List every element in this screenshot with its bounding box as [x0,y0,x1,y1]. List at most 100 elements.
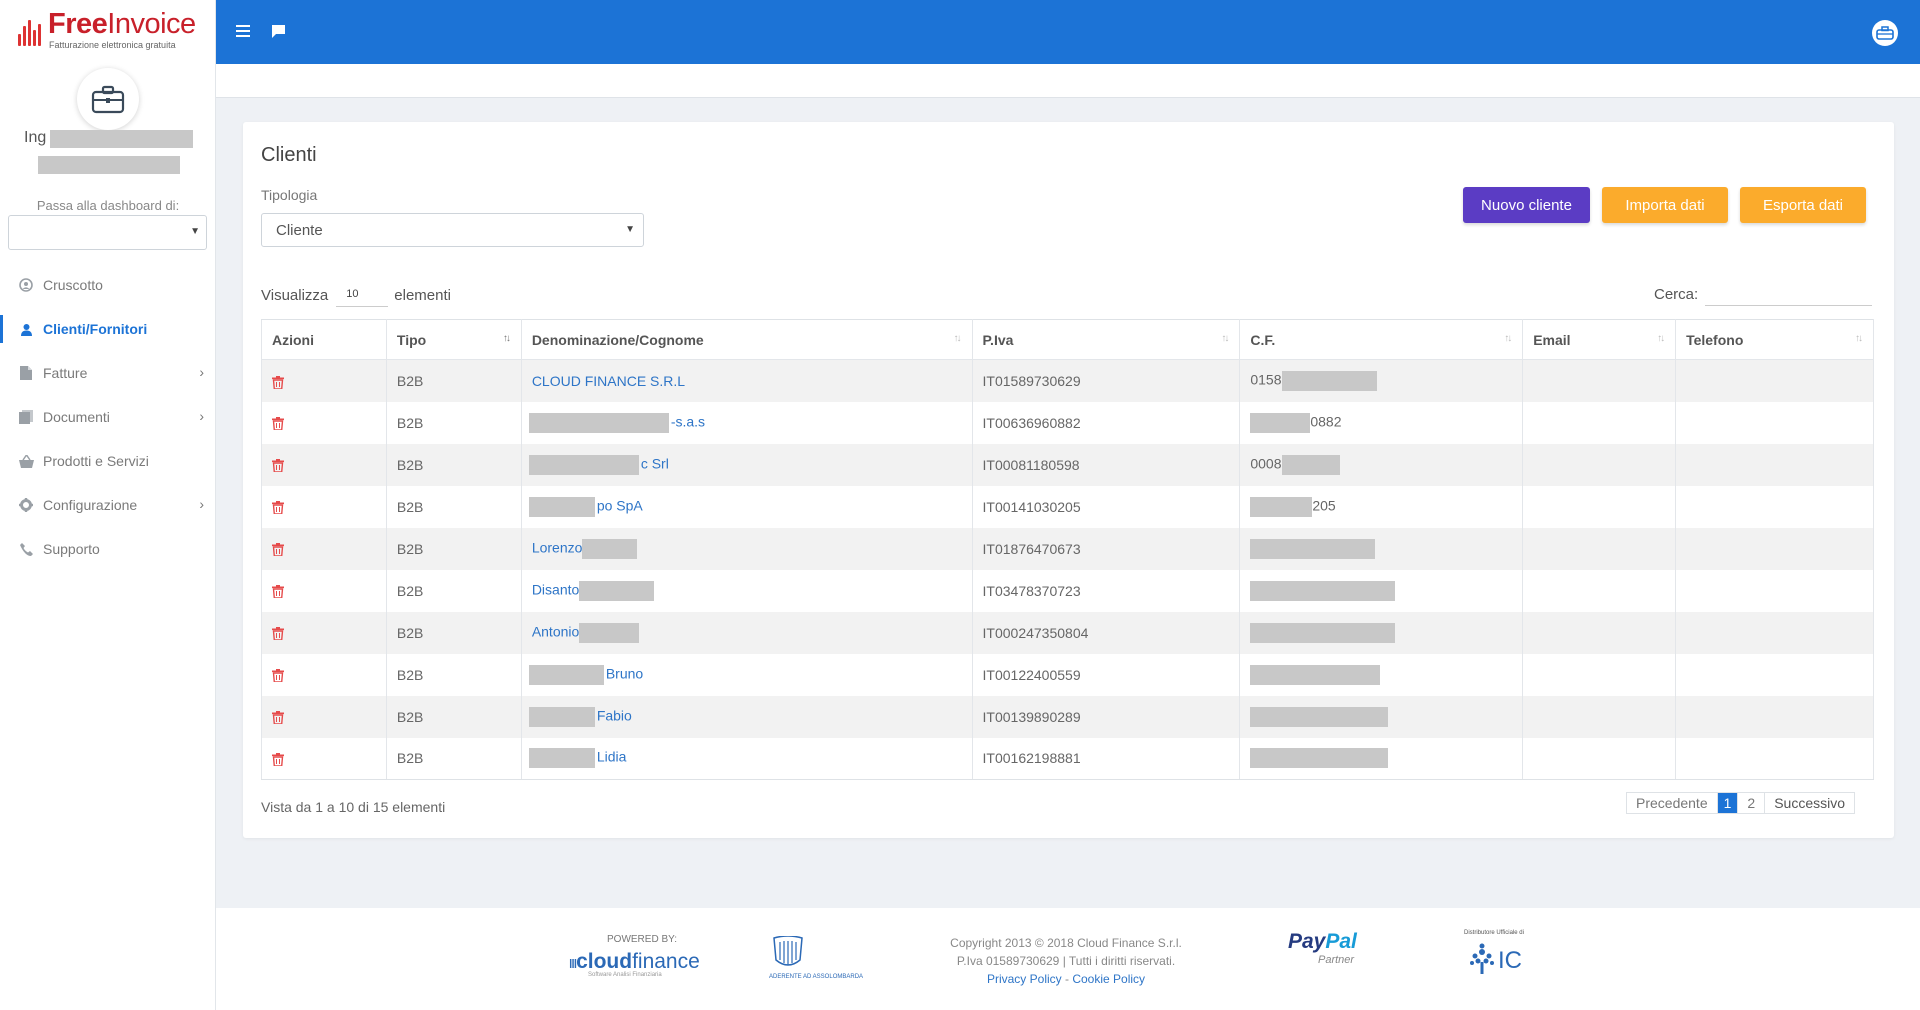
sidebar-item-supporto[interactable]: Supporto [0,527,216,571]
col-tipo[interactable]: Tipo ↑↓ [385,319,522,360]
cloudfinance-logo[interactable]: ǀǀǀcloudfinance [569,950,700,974]
sidebar-item-documenti[interactable]: Documenti › [0,395,216,439]
cell-denominazione[interactable]: Disanto [520,569,973,612]
table-row[interactable]: B2B Lidia IT00162198881 [261,737,1874,780]
cell-telefono [1675,653,1874,696]
delete-icon[interactable] [272,375,284,389]
delete-icon[interactable] [272,543,284,557]
delete-icon[interactable] [272,417,284,431]
search-input[interactable] [1705,282,1873,306]
client-name-link[interactable]: Lorenzo [532,539,583,555]
sidebar-nav: Cruscotto Clienti/Fornitori Fatture › Do… [0,263,216,571]
table-row[interactable]: B2B c Srl IT00081180598 0008 [261,443,1874,486]
cell-piva: IT01876470673 [971,527,1241,570]
delete-icon[interactable] [272,459,284,473]
client-name-link[interactable]: Bruno [606,665,643,681]
cloudfinance-tagline: Software Analisi Finanziaria [588,972,662,978]
assolombarda-label: ADERENTE AD ASSOLOMBARDA [769,974,864,980]
table-row[interactable]: B2B CLOUD FINANCE S.R.L IT01589730629 0158 [261,359,1874,402]
pagination-prev[interactable]: Precedente [1627,793,1718,813]
cell-telefono [1675,737,1874,780]
sidebar-item-cruscotto[interactable]: Cruscotto [0,263,216,307]
cell-denominazione[interactable]: -s.a.s [520,401,973,444]
sidebar-item-prodotti-servizi[interactable]: Prodotti e Servizi [0,439,216,483]
redacted-block [528,496,595,517]
delete-icon[interactable] [272,711,284,725]
cell-azioni [261,695,387,738]
client-name-link[interactable]: po SpA [597,497,643,513]
cell-telefono [1675,401,1874,444]
cell-denominazione[interactable]: Fabio [520,695,973,738]
client-name-link[interactable]: -s.a.s [671,413,705,429]
sidebar-item-fatture[interactable]: Fatture › [0,351,216,395]
delete-icon[interactable] [272,669,284,683]
cell-email [1522,359,1677,402]
client-name-link[interactable]: Fabio [597,707,632,723]
cell-azioni [261,527,387,570]
table-row[interactable]: B2B Lorenzo IT01876470673 [261,527,1874,570]
briefcase-icon [91,85,125,114]
brand-logo[interactable]: FreeInvoice Fatturazione elettronica gra… [0,0,215,64]
phone-icon [18,541,34,557]
delete-icon[interactable] [272,753,284,767]
cell-denominazione[interactable]: Bruno [520,653,973,696]
table-row[interactable]: B2B -s.a.s IT00636960882 0882 [261,401,1874,444]
cell-denominazione[interactable]: Antonio [520,611,973,654]
chat-icon[interactable] [272,25,285,42]
export-data-button[interactable]: Esporta dati [1740,187,1866,223]
length-prefix: Visualizza [261,286,329,304]
col-piva[interactable]: P.Iva ↑↓ [971,319,1241,360]
client-name-link[interactable]: c Srl [641,455,669,471]
chevron-right-icon: › [199,364,204,380]
pagination-page-1[interactable]: 1 [1717,793,1739,813]
delete-icon[interactable] [272,627,284,641]
cell-denominazione[interactable]: Lidia [520,737,973,780]
cell-email [1522,737,1677,780]
pagination-page-2[interactable]: 2 [1738,793,1766,813]
cell-denominazione[interactable]: po SpA [520,485,973,528]
pagination-next[interactable]: Successivo [1765,793,1854,813]
cell-denominazione[interactable]: Lorenzo [520,527,973,570]
cell-telefono [1675,695,1874,738]
privacy-policy-link[interactable]: Privacy Policy [987,972,1062,986]
delete-icon[interactable] [272,585,284,599]
cell-email [1522,695,1677,738]
cell-email [1522,653,1677,696]
client-name-link[interactable]: CLOUD FINANCE S.R.L [532,373,685,389]
cell-telefono [1675,527,1874,570]
cell-email [1522,443,1677,486]
col-denominazione[interactable]: Denominazione/Cognome ↑↓ [520,319,973,360]
redacted-block [528,706,595,727]
cell-cf: 0158 [1239,359,1524,402]
redacted-block [1250,706,1389,727]
col-cf[interactable]: C.F. ↑↓ [1239,319,1524,360]
table-row[interactable]: B2B Bruno IT00122400559 [261,653,1874,696]
cookie-policy-link[interactable]: Cookie Policy [1072,972,1145,986]
cell-denominazione[interactable]: CLOUD FINANCE S.R.L [520,359,973,402]
page-length-input[interactable]: 10 [336,283,389,307]
cell-piva: IT01589730629 [971,359,1241,402]
dashboard-switch-label: Passa alla dashboard di: [36,198,180,213]
redacted-block [528,454,639,475]
table-row[interactable]: B2B Disanto IT03478370723 [261,569,1874,612]
sidebar-item-configurazione[interactable]: Configurazione › [0,483,216,527]
table-row[interactable]: B2B Antonio IT000247350804 [261,611,1874,654]
client-name-link[interactable]: Disanto [532,581,579,597]
dashboard-switch-select[interactable]: ▼ [8,215,207,250]
menu-toggle-icon[interactable] [236,25,250,37]
tipologia-select[interactable]: Cliente ▼ [261,213,644,247]
client-name-link[interactable]: Antonio [532,623,579,639]
avatar[interactable] [77,68,139,130]
col-email[interactable]: Email ↑↓ [1522,319,1677,360]
table-row[interactable]: B2B Fabio IT00139890289 [261,695,1874,738]
client-name-link[interactable]: Lidia [597,749,627,765]
col-telefono[interactable]: Telefono ↑↓ [1675,319,1874,360]
cell-denominazione[interactable]: c Srl [520,443,973,486]
import-data-button[interactable]: Importa dati [1602,187,1728,223]
sidebar-item-clienti-fornitori[interactable]: Clienti/Fornitori [0,307,216,351]
new-client-button[interactable]: Nuovo cliente [1463,187,1590,223]
profile-icon[interactable] [1872,20,1898,46]
table-row[interactable]: B2B po SpA IT00141030205 205 [261,485,1874,528]
cell-email [1522,401,1677,444]
delete-icon[interactable] [272,501,284,515]
